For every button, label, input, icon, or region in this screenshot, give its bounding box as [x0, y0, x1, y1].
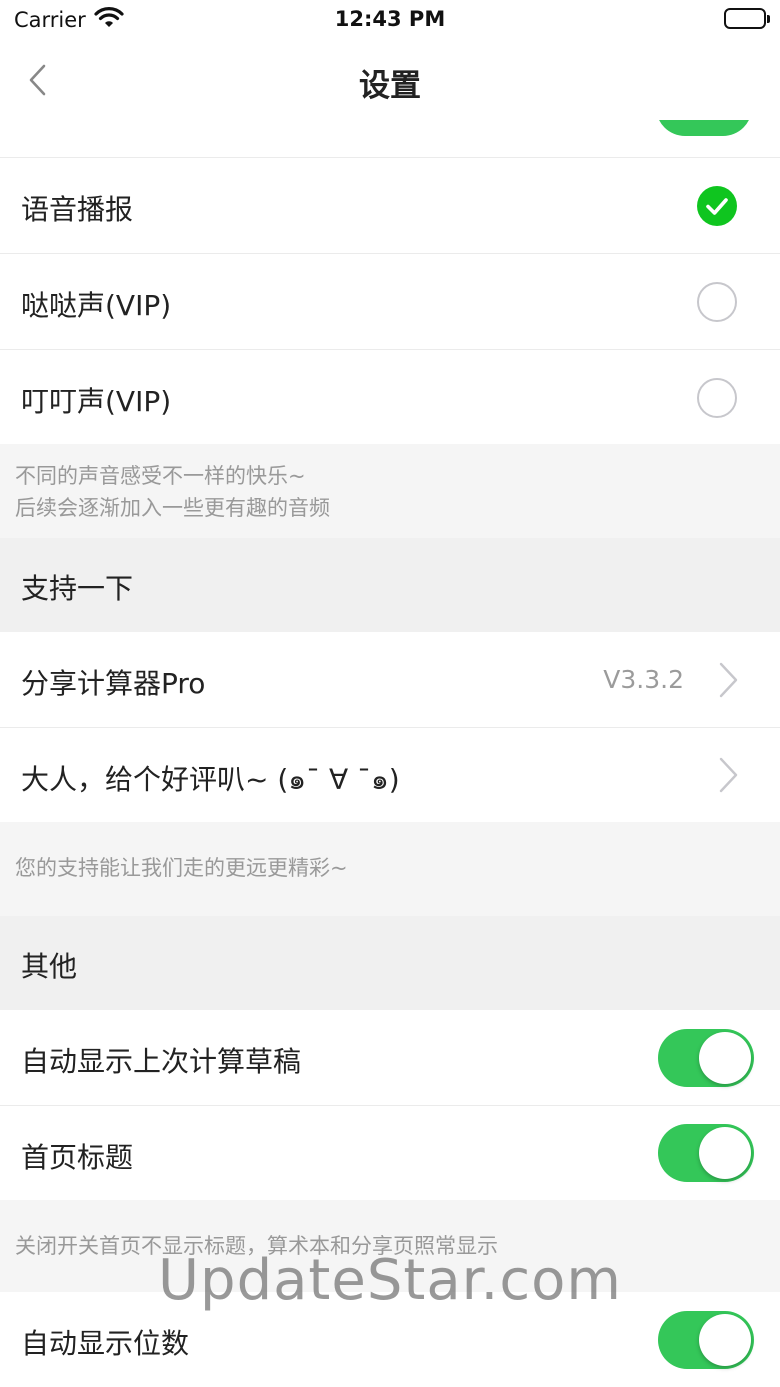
sound-option-label: 叮叮声(VIP): [21, 385, 172, 418]
checkmark-icon: [697, 186, 737, 226]
footer-text: 不同的声音感受不一样的快乐~: [15, 464, 306, 488]
section-header-support: 支持一下: [0, 538, 780, 632]
auto-draft-label: 自动显示上次计算草稿: [21, 1045, 302, 1078]
auto-digits-toggle[interactable]: [658, 1311, 754, 1369]
share-app-row[interactable]: 分享计算器Pro V3.3.2: [0, 632, 780, 728]
sound-option-voice[interactable]: 语音播报: [0, 158, 780, 254]
rate-app-label: 大人，给个好评叭~ (๑¯ ∀ ¯๑): [21, 763, 400, 796]
version-label: V3.3.2: [603, 665, 684, 694]
footer-text: 后续会逐渐加入一些更有趣的音频: [15, 496, 330, 520]
section-header-label: 支持一下: [21, 572, 134, 605]
partially-hidden-row: [0, 120, 780, 158]
chevron-right-icon: [716, 660, 740, 700]
home-title-toggle[interactable]: [658, 1124, 754, 1182]
support-section-footer: 您的支持能让我们走的更远更精彩~: [0, 822, 780, 916]
watermark-text: UpdateStar.com: [158, 1248, 622, 1313]
status-bar: Carrier 12:43 PM: [0, 0, 780, 40]
radio-unselected-icon: [697, 378, 737, 418]
sound-option-dada[interactable]: 哒哒声(VIP): [0, 254, 780, 350]
status-time: 12:43 PM: [334, 7, 446, 31]
auto-draft-toggle[interactable]: [658, 1029, 754, 1087]
page-title: 设置: [359, 68, 421, 104]
rate-app-row[interactable]: 大人，给个好评叭~ (๑¯ ∀ ¯๑): [0, 728, 780, 822]
section-header-label: 其他: [21, 950, 78, 983]
share-app-label: 分享计算器Pro: [21, 667, 206, 700]
auto-draft-row: 自动显示上次计算草稿: [0, 1010, 780, 1106]
section-header-other: 其他: [0, 916, 780, 1010]
navigation-bar: 设置: [0, 40, 780, 120]
chevron-right-icon: [716, 755, 740, 795]
battery-icon: [724, 8, 770, 29]
sound-option-dingding[interactable]: 叮叮声(VIP): [0, 350, 780, 444]
sound-option-label: 哒哒声(VIP): [21, 289, 172, 322]
sound-section-footer: 不同的声音感受不一样的快乐~ 后续会逐渐加入一些更有趣的音频: [0, 444, 780, 538]
auto-digits-label: 自动显示位数: [21, 1327, 190, 1360]
home-title-label: 首页标题: [21, 1141, 134, 1174]
home-title-row: 首页标题: [0, 1106, 780, 1200]
sound-option-label: 语音播报: [21, 193, 134, 226]
footer-text: 您的支持能让我们走的更远更精彩~: [15, 856, 348, 880]
radio-unselected-icon: [697, 282, 737, 322]
toggle-switch[interactable]: [656, 120, 752, 136]
